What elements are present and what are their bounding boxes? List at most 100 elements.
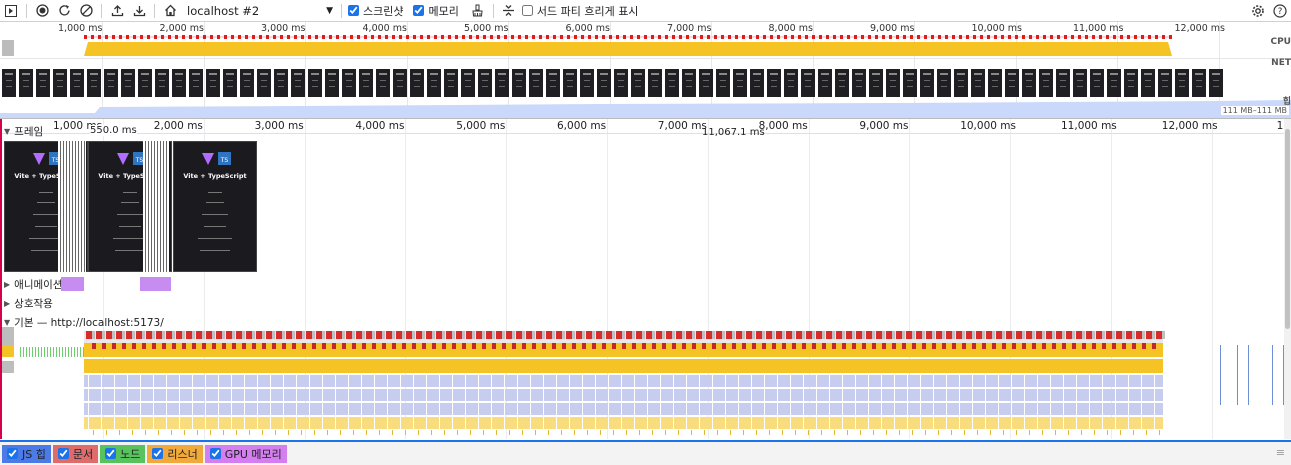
clear-icon[interactable] <box>75 0 97 21</box>
filmstrip-frame-detail <box>566 73 574 75</box>
long-task-marker <box>786 331 792 339</box>
long-task-marker <box>916 331 922 339</box>
download-icon[interactable] <box>128 0 150 21</box>
long-task-marker <box>1001 35 1004 39</box>
collapse-tracks-icon[interactable] <box>498 0 520 21</box>
filmstrip-frame-detail <box>346 80 352 81</box>
long-task-marker <box>140 35 143 39</box>
long-task-marker <box>286 331 292 339</box>
legend-item[interactable]: 문서 <box>52 444 99 463</box>
legend-checkbox[interactable] <box>57 448 69 459</box>
long-task-marker <box>756 331 762 339</box>
function-call-block <box>102 343 106 349</box>
legend-checkbox[interactable] <box>152 448 164 459</box>
third-party-toggle[interactable]: 서드 파티 흐리게 표시 <box>520 3 638 19</box>
legend-item[interactable]: 리스너 <box>147 444 203 463</box>
vertical-scrollbar[interactable] <box>1284 119 1291 439</box>
function-call-block <box>1062 343 1066 349</box>
memory-toggle[interactable]: 메모리 <box>411 3 459 19</box>
function-call-block <box>762 343 766 349</box>
function-call-block <box>1102 343 1106 349</box>
main-thread-flame[interactable] <box>0 327 1291 437</box>
task-block <box>732 331 735 339</box>
call-tick <box>275 430 276 435</box>
long-task-marker <box>656 331 662 339</box>
long-task-marker <box>812 35 815 39</box>
track-animations-header[interactable]: ▶ 애니메이션 <box>4 277 62 292</box>
task-block <box>1102 331 1105 339</box>
filmstrip-frame-detail <box>6 86 12 87</box>
track-animations-label: 애니메이션 <box>14 279 63 291</box>
third-party-checkbox[interactable] <box>521 5 533 16</box>
target-select[interactable]: localhost #2 ▼ <box>181 4 337 18</box>
memory-checkbox[interactable] <box>413 5 425 16</box>
animation-block[interactable] <box>61 277 84 291</box>
track-frames-header[interactable]: ▼ 프레임 <box>4 124 43 139</box>
function-call-block <box>942 343 946 349</box>
filmstrip-frame-detail <box>634 73 642 75</box>
timeline-overview[interactable]: 1,000 ms 2,000 ms 3,000 ms 4,000 ms 5,000 ms… <box>0 22 1291 119</box>
legend-checkbox[interactable] <box>105 448 117 459</box>
task-block <box>322 331 325 339</box>
paint-block <box>44 347 45 357</box>
function-call-block <box>292 343 296 349</box>
call-gap <box>569 375 570 429</box>
long-task-marker <box>742 35 745 39</box>
settings-gear-icon[interactable] <box>1247 0 1269 21</box>
legend-item[interactable]: 노드 <box>100 444 146 463</box>
filmstrip-frame-detail <box>379 73 387 75</box>
long-task-marker <box>966 331 972 339</box>
call-tick <box>1146 430 1147 435</box>
long-task-marker <box>736 331 742 339</box>
filmstrip-frame-detail <box>176 80 182 81</box>
long-task-marker <box>486 331 492 339</box>
call-gap <box>205 375 206 429</box>
sidebar-toggle-icon[interactable] <box>0 0 22 21</box>
legend-item[interactable]: JS 힙 <box>2 444 51 463</box>
function-call-block <box>962 343 966 349</box>
filmstrip-frame-detail <box>159 86 165 87</box>
long-task-marker <box>686 35 689 39</box>
filmstrip-frame-detail <box>941 86 947 87</box>
function-call-block <box>332 343 336 349</box>
long-task-marker <box>106 331 112 339</box>
filmstrip-frame-detail <box>686 80 692 81</box>
scrollbar-thumb[interactable] <box>1285 129 1290 329</box>
garbage-collect-icon[interactable] <box>467 0 489 21</box>
paint-block <box>80 347 81 357</box>
screenshots-checkbox[interactable] <box>348 5 359 16</box>
filmstrip-frame-detail <box>770 73 778 75</box>
screenshots-toggle[interactable]: 스크린샷 <box>346 3 403 19</box>
function-call-block <box>522 343 526 349</box>
long-task-marker <box>1036 331 1042 339</box>
call-tick <box>600 430 601 435</box>
filmstrip-frame-detail <box>345 73 353 75</box>
home-icon[interactable] <box>159 0 181 21</box>
long-task-marker <box>231 35 234 39</box>
upload-icon[interactable] <box>106 0 128 21</box>
legend-checkbox[interactable] <box>7 448 18 459</box>
track-interactions-header[interactable]: ▶ 상호작용 <box>4 296 53 311</box>
call-gap <box>803 375 804 429</box>
call-tick <box>223 430 224 435</box>
memory-label: 메모리 <box>428 4 459 18</box>
long-task-marker <box>716 331 722 339</box>
legend-item[interactable]: GPU 메모리 <box>204 444 287 463</box>
help-icon[interactable]: ? <box>1269 0 1291 21</box>
screenshot-frame[interactable]: TS Vite + TypeScript <box>173 141 257 272</box>
filmstrip-frame-detail <box>482 80 488 81</box>
long-task-marker <box>1036 35 1039 39</box>
long-task-marker <box>846 331 852 339</box>
record-icon[interactable] <box>31 0 53 21</box>
animation-block[interactable] <box>140 277 171 291</box>
task-block <box>182 331 185 339</box>
long-task-marker <box>483 35 486 39</box>
resize-handle-icon[interactable]: ≡ <box>1276 446 1285 459</box>
long-task-marker <box>556 331 562 339</box>
long-task-marker <box>956 331 962 339</box>
legend-checkbox[interactable] <box>209 448 221 459</box>
long-task-marker <box>728 35 731 39</box>
reload-icon[interactable] <box>53 0 75 21</box>
filmstrip-frame-detail <box>210 86 216 87</box>
flame-chart[interactable]: 1,000 ms 2,000 ms 3,000 ms 4,000 ms 5,000 ms… <box>0 119 1291 439</box>
